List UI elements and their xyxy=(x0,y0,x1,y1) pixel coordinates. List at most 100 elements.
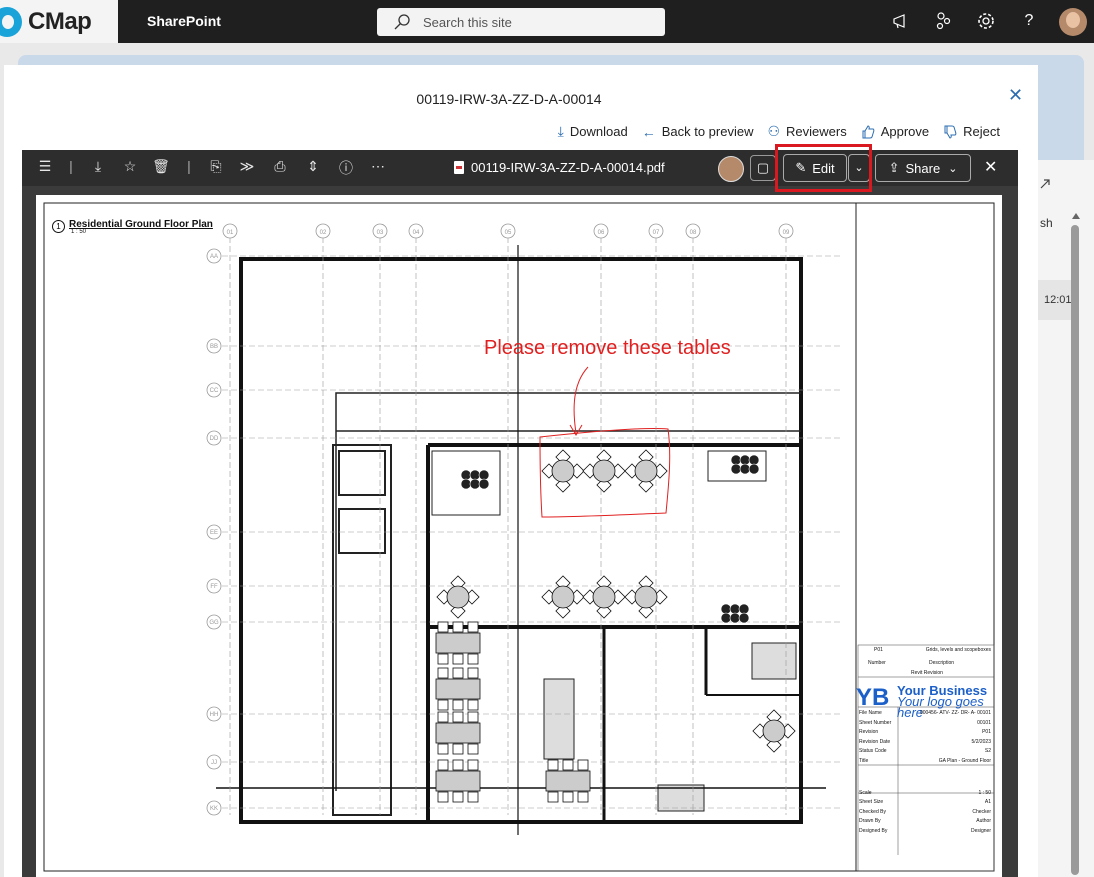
grid-label-row: AA xyxy=(210,254,218,260)
download-button[interactable]: ⤓ Download xyxy=(558,123,628,140)
user-avatar[interactable] xyxy=(1059,8,1087,36)
arrow-left-icon: ← xyxy=(641,123,656,140)
delete-icon[interactable]: 🗑 xyxy=(152,158,170,175)
more-icon[interactable]: ⋯ xyxy=(369,158,387,175)
fit-height-icon[interactable]: ⇕ xyxy=(304,158,322,175)
round-table xyxy=(436,575,480,619)
pdf-file-icon xyxy=(454,161,464,174)
sidebar-toggle-icon[interactable]: ☰ xyxy=(36,158,54,175)
title-block-header-number: Number xyxy=(868,660,886,666)
action-bar: ⤓ Download ← Back to preview ⚇ Reviewers… xyxy=(544,123,1000,140)
thumbs-down-icon xyxy=(944,125,957,139)
cmap-logo[interactable]: CMap xyxy=(0,0,118,43)
title-block-field-label: Drawn By xyxy=(859,818,881,824)
grid-label-row: HH xyxy=(210,712,219,718)
round-table xyxy=(752,709,796,753)
grid-label-row: GG xyxy=(209,620,219,626)
title-block-revision-description: Grids, levels and scopeboxes xyxy=(925,647,991,653)
comment-button[interactable]: ▢ xyxy=(750,155,776,181)
background-text: sh xyxy=(1040,216,1053,230)
background-time: 12:01 xyxy=(1044,294,1072,306)
reject-button[interactable]: Reject xyxy=(943,123,1000,140)
title-block-field-label: Title xyxy=(859,757,869,764)
forward-icon[interactable]: ≫ xyxy=(238,158,256,175)
round-table xyxy=(541,449,585,493)
download-label: Download xyxy=(569,124,628,139)
info-icon[interactable]: ⓘ xyxy=(337,158,355,178)
drawing-scale: 1 : 50 xyxy=(71,229,87,235)
add-page-icon[interactable]: ⎘ xyxy=(207,158,225,175)
collaborator-avatar[interactable] xyxy=(718,156,744,182)
round-table xyxy=(541,575,585,619)
reviewers-button[interactable]: ⚇ Reviewers xyxy=(767,123,846,140)
grid-label-column: 02 xyxy=(320,230,327,236)
gear-icon[interactable] xyxy=(975,10,997,32)
lock-icon[interactable]: ⎙ xyxy=(271,158,289,175)
expand-icon[interactable] xyxy=(1038,177,1052,191)
comment-icon: ▢ xyxy=(756,160,770,175)
filename-text: 00119-IRW-3A-ZZ-D-A-00014.pdf xyxy=(471,160,665,175)
people-icon: ⚇ xyxy=(767,123,781,139)
viewer-toolbar: ☰ | ⤓ ☆ 🗑 | ⎘ ≫ ⎙ ⇕ ⓘ ⋯ 00119-IRW-3A-ZZ-… xyxy=(22,144,1018,192)
logo-text: CMap xyxy=(28,7,92,35)
round-table xyxy=(624,575,668,619)
plant-group xyxy=(460,469,490,490)
title-block-field-label: Status Code xyxy=(859,748,887,754)
round-table xyxy=(582,575,626,619)
title-block-field-value: A1 xyxy=(984,799,991,805)
scrollbar[interactable] xyxy=(1071,225,1079,875)
grid-label-row: JJ xyxy=(211,760,217,766)
rectangular-table xyxy=(435,667,481,711)
pdf-viewer: ☰ | ⤓ ☆ 🗑 | ⎘ ≫ ⎙ ⇕ ⓘ ⋯ 00119-IRW-3A-ZZ-… xyxy=(22,144,1018,877)
title-block-revit-revision: Revit Revision xyxy=(911,670,943,676)
title-block-field-label: Checked By xyxy=(859,808,886,815)
close-viewer-icon[interactable]: ✕ xyxy=(984,157,997,177)
grid-label-column: 04 xyxy=(413,230,420,236)
title-block-revision-number: P01 xyxy=(874,647,883,653)
title-block-field-value: S2 xyxy=(984,748,991,754)
reviewers-label: Reviewers xyxy=(786,124,847,139)
rectangular-table xyxy=(545,759,591,803)
title-block-field-label: Designed By xyxy=(859,827,888,834)
share-button[interactable]: ⇪ Share ⌄ xyxy=(875,154,971,182)
grid-label-column: 07 xyxy=(653,230,660,236)
reject-label: Reject xyxy=(963,124,1000,139)
view-number: 1 xyxy=(52,220,65,233)
grid-label-row: DD xyxy=(210,436,219,442)
title-block-field-value: Checker xyxy=(972,808,991,815)
toolbar-divider: | xyxy=(69,158,73,174)
modal-title: 00119-IRW-3A-ZZ-D-A-00014 xyxy=(416,91,602,107)
grid-label-column: 08 xyxy=(690,230,697,236)
share-icon: ⇪ xyxy=(888,160,900,175)
star-icon[interactable]: ☆ xyxy=(121,158,139,175)
logo-icon xyxy=(0,6,22,37)
grid-label-row: EE xyxy=(210,530,218,536)
round-table xyxy=(624,449,668,493)
back-to-preview-button[interactable]: ← Back to preview xyxy=(642,123,754,140)
download-icon[interactable]: ⤓ xyxy=(89,158,107,175)
thumbs-up-icon xyxy=(862,124,875,138)
grid-label-row: CC xyxy=(210,388,219,394)
title-block-field-label: Sheet Size xyxy=(859,799,884,805)
floor-plan-drawing: 01 02 03 04 05 06 07 08 09 AA BB CC DD EE FF GG HH JJ KK xyxy=(43,202,995,872)
grid-label-column: 05 xyxy=(505,230,512,236)
company-logo: YB xyxy=(856,684,890,711)
rectangular-table xyxy=(435,711,481,755)
app-name-link[interactable]: SharePoint xyxy=(147,13,221,29)
title-block-field-value: Designer xyxy=(970,827,991,834)
help-icon[interactable]: ? xyxy=(1018,10,1040,32)
close-icon[interactable]: ✕ xyxy=(1008,85,1023,106)
megaphone-icon[interactable] xyxy=(890,10,912,32)
title-block-field-value: GA Plan - Ground Floor xyxy=(938,757,991,764)
download-icon: ⤓ xyxy=(557,123,564,139)
network-icon[interactable] xyxy=(932,10,954,32)
title-block-field-value: 000456- ATV- ZZ- DR- A- 00101 xyxy=(919,710,991,716)
approve-button[interactable]: Approve xyxy=(861,123,929,140)
rectangular-table xyxy=(435,759,481,803)
back-to-preview-label: Back to preview xyxy=(661,124,754,139)
search-box[interactable]: Search this site xyxy=(377,8,665,36)
title-block-field-label: File Name xyxy=(859,710,882,716)
scroll-up-icon[interactable] xyxy=(1071,212,1081,220)
plant-group xyxy=(730,454,760,475)
highlight-box xyxy=(775,144,872,192)
